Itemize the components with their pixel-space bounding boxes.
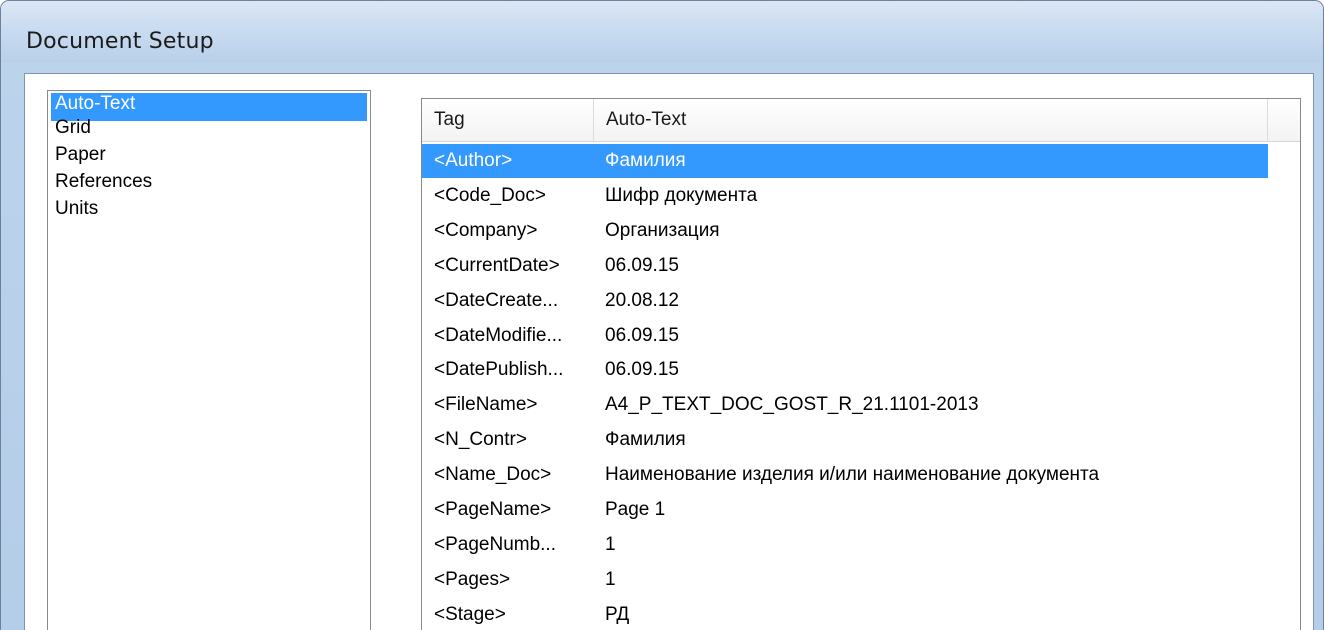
cell-tag: <Code_Doc>	[434, 184, 546, 206]
table-row[interactable]: <FileName> A4_P_TEXT_DOC_GOST_R_21.1101-2…	[422, 388, 1268, 422]
cell-tag: <Pages>	[434, 568, 511, 590]
cell-tag: <CurrentDate>	[434, 254, 560, 276]
cell-auto-text: Page 1	[605, 499, 666, 520]
table-row[interactable]: <Company> Организация	[422, 214, 1268, 248]
cell-auto-text: Фамилия	[605, 429, 686, 451]
cell-tag: <DateModifie...	[434, 324, 563, 346]
title-bar[interactable]: Document Setup	[1, 1, 1323, 63]
cell-auto-text: 1	[605, 533, 616, 555]
category-item-grid[interactable]: Grid	[51, 117, 367, 145]
window-title: Document Setup	[26, 29, 214, 54]
cell-auto-text: 1	[605, 568, 616, 590]
table-row[interactable]: <PageNumb... 1	[422, 528, 1268, 562]
document-setup-window: Document Setup Auto-Text Grid Paper Refe…	[0, 0, 1324, 630]
cell-tag: <PageNumb...	[434, 533, 556, 555]
cell-tag: <N_Contr>	[434, 429, 527, 451]
table-row[interactable]: <DatePublish... 06.09.15	[422, 353, 1268, 387]
table-row[interactable]: <PageName> Page 1	[422, 493, 1268, 527]
cell-tag: <Stage>	[434, 603, 506, 625]
cell-auto-text: РД	[605, 603, 630, 625]
dialog-content: Auto-Text Grid Paper References Units Ta…	[24, 73, 1314, 630]
category-item-references[interactable]: References	[51, 171, 367, 199]
table-row[interactable]: <CurrentDate> 06.09.15	[422, 249, 1268, 283]
cell-auto-text: A4_P_TEXT_DOC_GOST_R_21.1101-2013	[605, 394, 979, 416]
cell-tag: <FileName>	[434, 394, 538, 416]
cell-auto-text: 20.08.12	[605, 289, 679, 311]
cell-tag: <Company>	[434, 219, 538, 241]
cell-auto-text: Организация	[605, 219, 720, 241]
table-row[interactable]: <DateCreate... 20.08.12	[422, 284, 1268, 318]
cell-auto-text: Шифр документа	[605, 184, 758, 206]
table-row[interactable]: <Name_Doc> Наименование изделия и/или наи…	[422, 458, 1268, 492]
column-header-tag[interactable]: Tag	[422, 99, 594, 141]
cell-auto-text: Наименование изделия и/или наименование …	[605, 464, 1100, 486]
table-row[interactable]: <Code_Doc> Шифр документа	[422, 179, 1268, 213]
category-item-paper[interactable]: Paper	[51, 144, 367, 172]
cell-tag: <Author>	[434, 150, 513, 171]
category-item-units[interactable]: Units	[51, 198, 367, 226]
cell-tag: <DateCreate...	[434, 289, 559, 311]
table-header: Tag Auto-Text	[422, 99, 1300, 142]
table-row[interactable]: <Stage> РД	[422, 598, 1268, 630]
cell-auto-text: 06.09.15	[605, 254, 679, 276]
category-list[interactable]: Auto-Text Grid Paper References Units	[47, 90, 371, 630]
column-header-auto-text[interactable]: Auto-Text	[594, 99, 1268, 141]
cell-tag: <Name_Doc>	[434, 464, 552, 486]
cell-auto-text: 06.09.15	[605, 359, 679, 381]
cell-tag: <DatePublish...	[434, 359, 564, 381]
cell-tag: <PageName>	[434, 499, 552, 520]
cell-auto-text: Фамилия	[605, 150, 686, 171]
table-row[interactable]: <Author> Фамилия	[422, 144, 1268, 178]
table-row[interactable]: <Pages> 1	[422, 563, 1268, 597]
cell-auto-text: 06.09.15	[605, 324, 679, 346]
table-row[interactable]: <N_Contr> Фамилия	[422, 423, 1268, 457]
table-row[interactable]: <DateModifie... 06.09.15	[422, 319, 1268, 353]
auto-text-table[interactable]: Tag Auto-Text <Author> Фамилия <Code_Doc> Ш…	[421, 98, 1301, 630]
